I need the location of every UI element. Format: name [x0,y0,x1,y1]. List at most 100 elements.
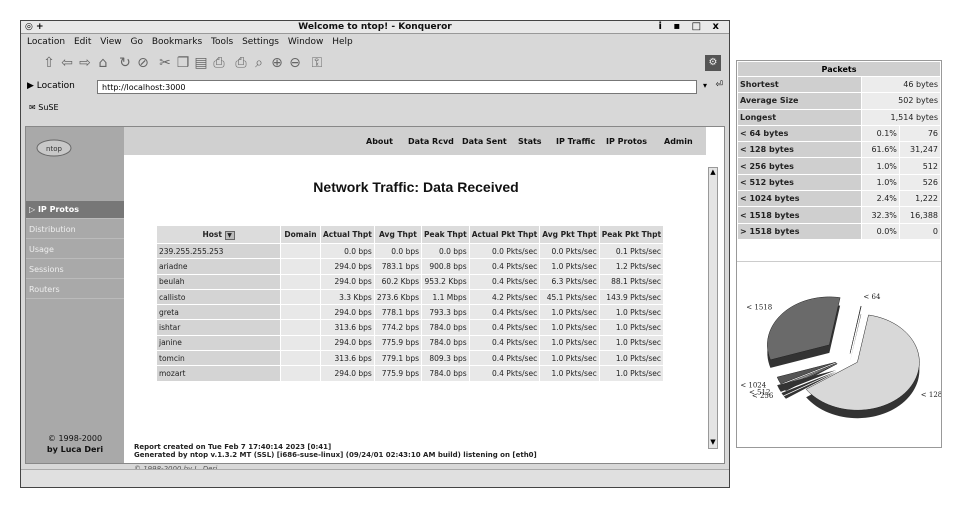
browser-window: ◎ + Welcome to ntop! - Konqueror i ▪ □ x… [20,20,730,488]
nav-ip-traffic[interactable]: IP Traffic [556,137,595,146]
packets-percent: 2.4% [861,190,900,208]
nav-data-sent[interactable]: Data Sent [462,137,507,146]
print-icon[interactable]: ⎙ [211,55,227,71]
sidebar-item-distribution[interactable]: Distribution [26,221,124,239]
host-link[interactable]: ariadne [156,258,281,275]
menu-view[interactable]: View [100,37,121,47]
sidebar-item-usage[interactable]: Usage [26,241,124,259]
find-icon[interactable]: ⌕ [251,55,267,71]
sidebar-item-routers[interactable]: Routers [26,281,124,299]
scroll-up-icon[interactable]: ▲ [709,168,717,178]
bookmark-suse[interactable]: ✉ SuSE [29,103,59,112]
url-field[interactable]: http://localhost:3000 [97,80,697,94]
menu-settings[interactable]: Settings [242,37,279,47]
scroll-down-icon[interactable]: ▼ [709,438,717,448]
reload-icon[interactable]: ↻ [117,55,133,71]
table-cell: 1.0 Pkts/sec [539,350,600,367]
menu-tools[interactable]: Tools [211,37,233,47]
host-link[interactable]: beulah [156,273,281,290]
packets-row: < 64 bytes 0.1% 76 [737,124,942,143]
host-link[interactable]: janine [156,334,281,352]
menu-location[interactable]: Location [27,37,65,47]
menu-window[interactable]: Window [288,37,324,47]
packets-title: Packets [737,61,941,77]
table-cell: 3.3 Kbps [320,288,375,306]
col-actual-pkt-thpt[interactable]: Actual Pkt Thpt [468,225,541,244]
vertical-scrollbar[interactable]: ▲ ▼ [708,167,718,449]
sidebar-item-ip-protos[interactable]: ▷ IP Protos [26,201,124,219]
table-cell: 778.1 bps [373,304,423,321]
packets-panel: Packets Shortest 46 bytes Average Size 502 … [736,60,942,448]
nav-about[interactable]: About [366,137,393,146]
table-cell: 1.0 Pkts/sec [598,334,665,352]
packets-percent: 61.6% [861,141,900,159]
menu-help[interactable]: Help [332,37,353,47]
pie-label: < 64 [863,293,881,301]
host-link[interactable]: greta [156,304,281,321]
host-link[interactable]: tomcin [156,350,281,367]
col-actual-thpt[interactable]: Actual Thpt [320,225,375,244]
copy-icon[interactable]: ❐ [175,55,191,71]
table-row: beulah 294.0 bps 60.2 Kbps 953.2 Kbps 0.4 Pk… [156,273,665,290]
chevron-right-icon: ▷ [29,205,36,214]
col-avg-pkt-thpt[interactable]: Avg Pkt Thpt [539,225,600,244]
table-cell: 0.0 Pkts/sec [468,242,541,260]
sort-icon[interactable]: ▼ [224,230,235,240]
packets-percent: 0.1% [861,124,900,143]
table-cell: 294.0 bps [320,273,375,290]
table-cell: 0.4 Pkts/sec [468,304,541,321]
nav-stats[interactable]: Stats [518,137,542,146]
home-icon[interactable]: ⌂ [95,55,111,71]
go-icon[interactable]: ⏎ [715,80,723,90]
col-domain[interactable]: Domain [280,225,321,244]
col-peak-thpt[interactable]: Peak Thpt [421,225,470,244]
table-cell: 1.0 Pkts/sec [539,365,600,382]
nav-admin[interactable]: Admin [664,137,693,146]
table-cell: 0.4 Pkts/sec [468,334,541,352]
print-frame-icon[interactable]: ⎙ [233,55,249,71]
nav-data-rcvd[interactable]: Data Rcvd [408,137,454,146]
packets-value: 1,514 bytes [861,108,941,126]
security-icon[interactable]: ⚿ [309,55,325,71]
forward-icon[interactable]: ⇨ [77,55,93,71]
up-icon[interactable]: ⇧ [41,55,57,71]
menu-bookmarks[interactable]: Bookmarks [152,37,202,47]
table-cell [280,304,321,321]
table-cell: 143.9 Pkts/sec [598,288,665,306]
table-cell: 809.3 bps [421,350,470,367]
packets-label: < 64 bytes [737,124,862,143]
menu-edit[interactable]: Edit [74,37,91,47]
stop-icon[interactable]: ⊘ [135,55,151,71]
status-bar [21,469,729,487]
back-icon[interactable]: ⇦ [59,55,75,71]
page-title: Network Traffic: Data Received [313,179,519,195]
packets-count: 0 [898,222,942,240]
table-cell: 313.6 bps [320,350,375,367]
nav-ip-protos[interactable]: IP Protos [606,137,647,146]
col-peak-pkt-thpt[interactable]: Peak Pkt Thpt [598,225,665,244]
packets-row: < 1518 bytes 32.3% 16,388 [737,206,942,224]
sidebar-item-sessions[interactable]: Sessions [26,261,124,279]
menu-go[interactable]: Go [131,37,143,47]
table-cell: 0.4 Pkts/sec [468,319,541,336]
host-link[interactable]: ishtar [156,319,281,336]
table-cell: 1.0 Pkts/sec [598,350,665,367]
window-controls[interactable]: i ▪ □ x [658,21,723,32]
host-link[interactable]: callisto [156,288,281,306]
cut-icon[interactable]: ✂ [157,55,173,71]
col-avg-thpt[interactable]: Avg Thpt [373,225,423,244]
table-cell: 0.4 Pkts/sec [468,365,541,382]
table-cell: 1.0 Pkts/sec [539,334,600,352]
packets-count: 1,222 [898,190,942,208]
table-cell [280,258,321,275]
host-link[interactable]: 239.255.255.253 [156,242,281,260]
packets-count: 512 [898,157,942,175]
url-dropdown-icon[interactable]: ▾ [703,81,707,90]
packets-row: Longest 1,514 bytes [737,108,941,126]
zoom-in-icon[interactable]: ⊕ [269,55,285,71]
zoom-out-icon[interactable]: ⊖ [287,55,303,71]
bookmark-toolbar: ✉ SuSE [21,101,729,117]
host-link[interactable]: mozart [156,365,281,382]
paste-icon[interactable]: ▤ [193,55,209,71]
col-host[interactable]: Host ▼ [156,225,281,244]
